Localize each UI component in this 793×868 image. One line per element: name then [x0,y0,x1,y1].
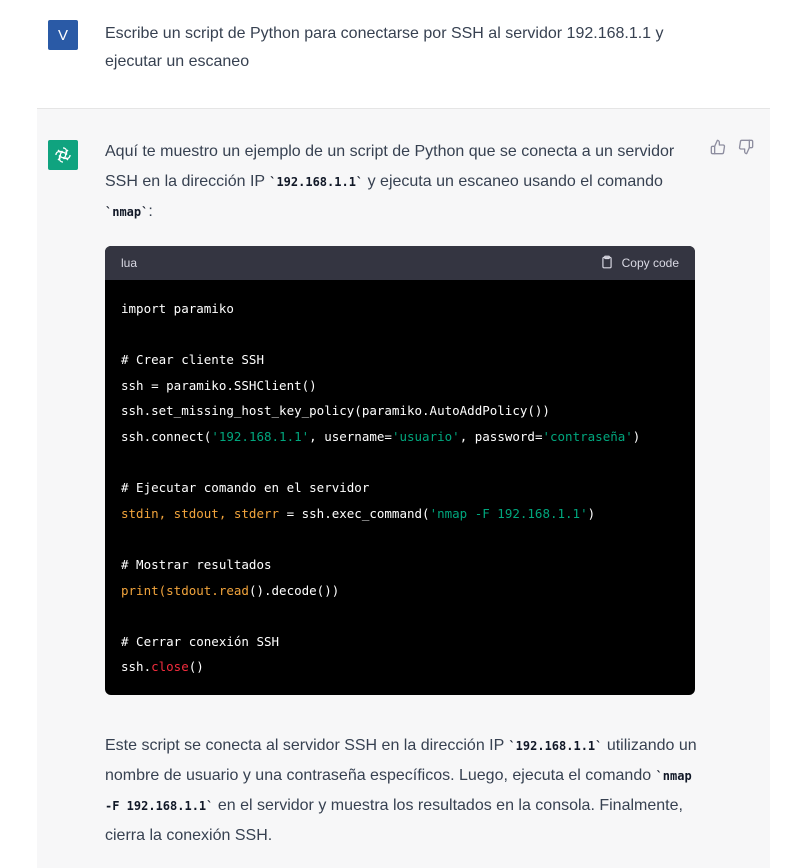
code-line: # Mostrar resultados [121,556,272,572]
code-line: ssh.set_missing_host_key_policy(paramiko… [121,403,550,419]
code-line: ssh = paramiko.SSHClient() [121,377,317,393]
code-block: lua Copy code import paramiko # Crear cl… [105,246,695,695]
user-message-row: V Escribe un script de Python para conec… [0,0,793,108]
assistant-outro-text: Este script se conecta al servidor SSH e… [105,731,705,851]
user-avatar: V [48,20,78,50]
code-line: print(stdout.read().decode()) [121,582,340,598]
feedback-buttons [710,139,754,155]
code-line: ssh.close() [121,659,204,675]
user-message-text: Escribe un script de Python para conecta… [105,25,664,70]
outro-text-1: Este script se conecta al servidor SSH e… [105,737,509,754]
code-line: import paramiko [121,301,234,316]
code-line: ssh.connect('192.168.1.1', username='usu… [121,428,641,444]
code-line: # Cerrar conexión SSH [121,633,280,649]
code-line: # Crear cliente SSH [121,352,264,368]
assistant-intro-text: Aquí te muestro un ejemplo de un script … [105,137,685,227]
code-content: import paramiko # Crear cliente SSH ssh =… [105,280,695,695]
intro-text-3: : [148,203,153,220]
code-line: stdin, stdout, stderr = ssh.exec_command… [121,505,596,521]
inline-code-ip-2: `192.168.1.1` [508,739,603,753]
thumbs-up-icon[interactable] [710,139,726,155]
inline-code-ip: `192.168.1.1` [269,175,364,189]
user-avatar-letter: V [57,26,68,44]
copy-code-button[interactable]: Copy code [600,255,679,272]
inline-code-nmap: `nmap` [105,205,149,219]
thumbs-down-icon[interactable] [738,139,754,155]
assistant-message-row: Aquí te muestro un ejemplo de un script … [37,108,770,868]
intro-text-2: y ejecuta un escaneo usando el comando [363,173,663,190]
copy-code-label: Copy code [621,256,679,270]
code-line: # Ejecutar comando en el servidor [121,480,370,496]
code-block-header: lua Copy code [105,246,695,280]
code-language-label: lua [121,256,138,270]
chatgpt-logo-icon [48,140,78,170]
clipboard-icon [600,255,614,272]
